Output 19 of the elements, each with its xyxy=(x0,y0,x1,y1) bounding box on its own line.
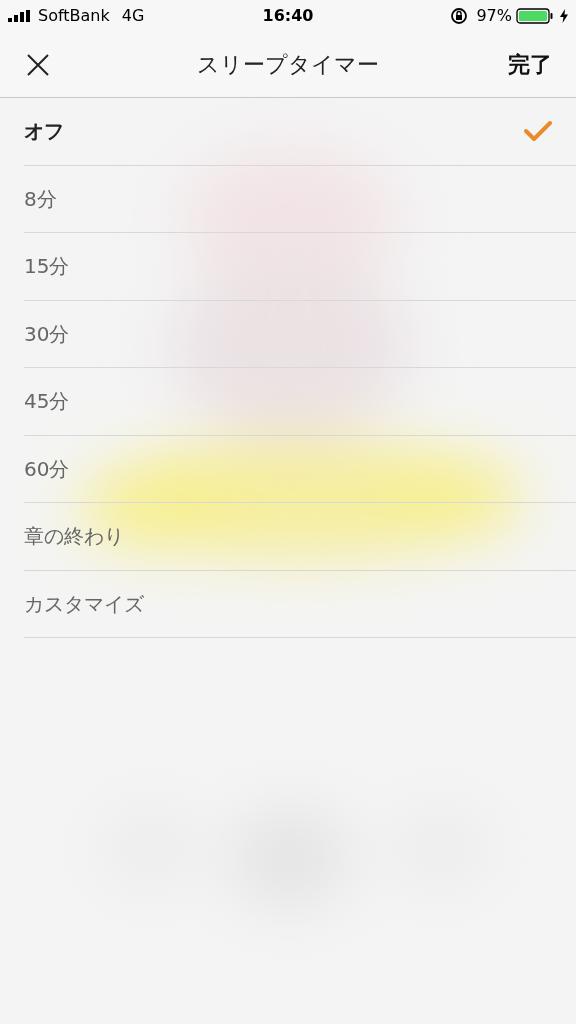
timer-option[interactable]: 15分 xyxy=(24,233,576,301)
timer-option[interactable]: 8分 xyxy=(24,165,576,233)
network-type: 4G xyxy=(121,5,145,27)
clock-time: 16:40 xyxy=(262,5,314,27)
screen-title: スリープタイマー xyxy=(197,51,379,79)
carrier-name: SoftBank xyxy=(38,5,110,27)
checkmark-icon xyxy=(524,120,552,143)
done-button[interactable]: 完了 xyxy=(508,48,552,81)
timer-option[interactable]: 章の終わり xyxy=(24,503,576,571)
timer-option[interactable]: オフ xyxy=(24,98,576,166)
rotation-lock-icon xyxy=(450,7,469,25)
timer-option[interactable]: カスタマイズ xyxy=(24,570,576,638)
close-icon xyxy=(27,53,49,76)
timer-option[interactable]: 60分 xyxy=(24,435,576,503)
charging-icon xyxy=(560,9,568,23)
battery-percent: 97% xyxy=(476,5,512,27)
timer-option[interactable]: 45分 xyxy=(24,368,576,436)
timer-option[interactable]: 30分 xyxy=(24,300,576,368)
battery-icon xyxy=(516,8,556,24)
